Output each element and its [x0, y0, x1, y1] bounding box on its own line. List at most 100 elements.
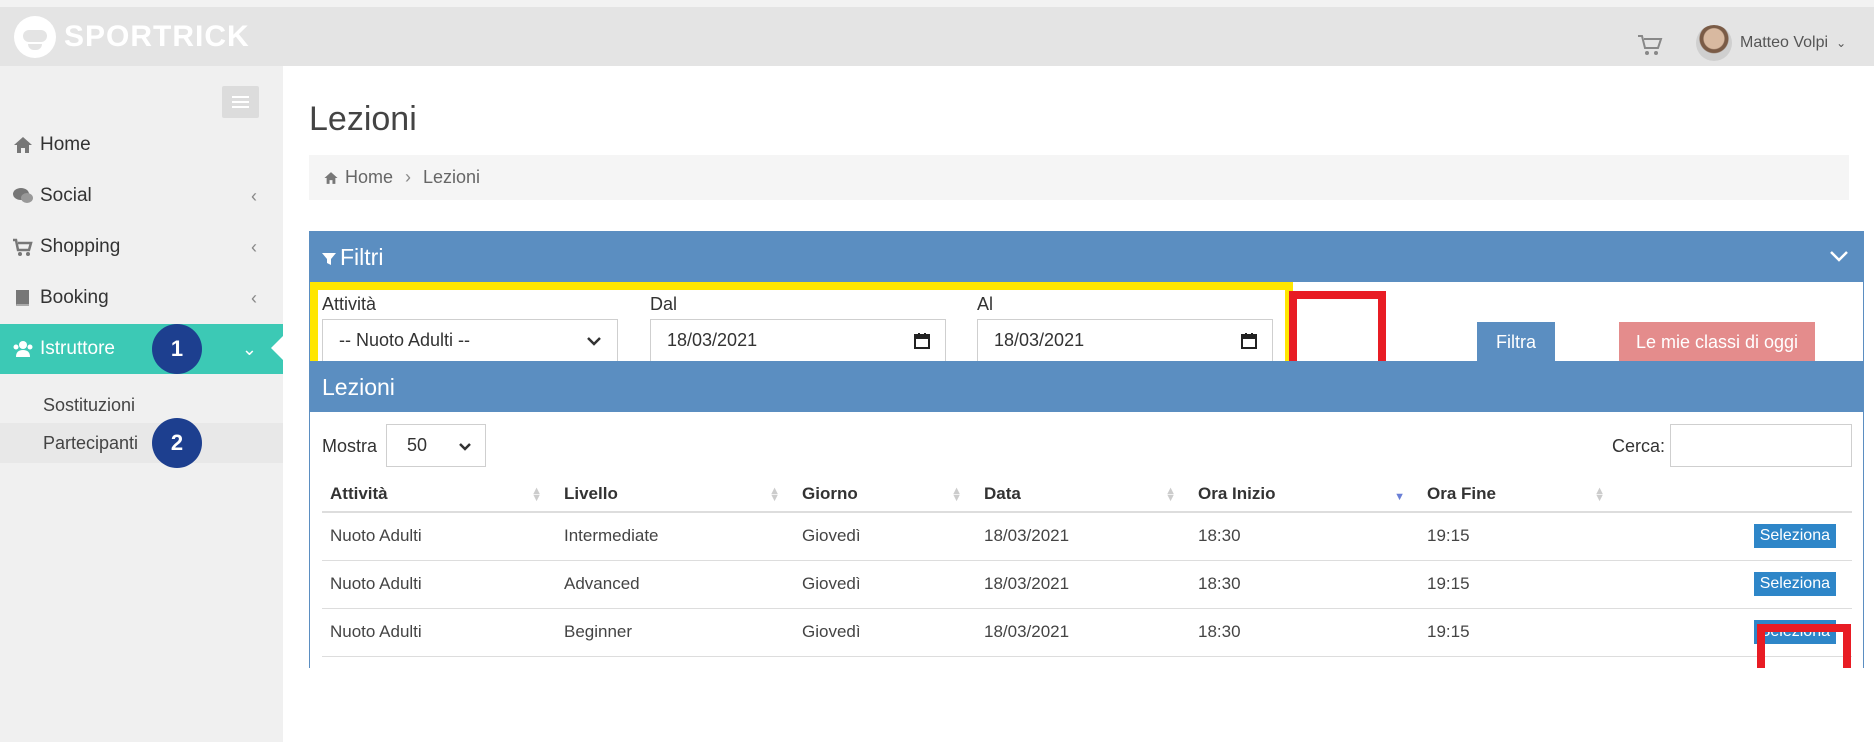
chevron-left-icon: ‹	[251, 287, 257, 308]
sidebar-subitem-label: Partecipanti	[43, 432, 139, 453]
home-icon	[324, 171, 338, 184]
users-icon	[13, 341, 33, 357]
column-header-giorno[interactable]: Giorno ▲ ▼	[794, 476, 976, 513]
user-name: Matteo Volpi	[1740, 34, 1829, 51]
sort-icon: ▲ ▼	[1594, 485, 1605, 504]
cell-attivita: Nuoto Adulti	[322, 608, 556, 657]
main-content: Lezioni Home › Lezioni Filtri Attività -…	[283, 66, 1874, 742]
sidebar-item-label: Booking	[40, 287, 109, 308]
lessons-panel: Lezioni Mostra 50 Cerca: Attività ▲ ▼ Live…	[309, 361, 1864, 668]
highlight-filter-button	[1289, 291, 1386, 371]
sidebar-item-booking[interactable]: Booking ‹	[0, 273, 283, 323]
cell-ora-inizio: 18:30	[1190, 560, 1419, 609]
lessons-panel-title: Lezioni	[322, 373, 395, 400]
cell-data: 18/03/2021	[976, 512, 1190, 561]
sort-icon: ▲ ▼	[951, 485, 962, 504]
cell-attivita: Nuoto Adulti	[322, 560, 556, 609]
sidebar-item-label: Home	[40, 134, 91, 155]
highlight-select-button	[1757, 624, 1851, 668]
sidebar-item-shopping[interactable]: Shopping ‹	[0, 222, 283, 272]
sidebar-item-home[interactable]: Home	[0, 120, 283, 170]
cell-livello: Beginner	[556, 608, 794, 657]
breadcrumb-separator: ›	[405, 167, 412, 187]
filters-panel-header[interactable]: Filtri	[310, 232, 1863, 282]
chevron-down-icon[interactable]	[1829, 246, 1849, 266]
chevron-left-icon: ‹	[251, 236, 257, 257]
filter-icon	[322, 253, 336, 265]
column-header-label: Ora Fine	[1427, 483, 1496, 503]
my-classes-today-button[interactable]: Le mie classi di oggi	[1619, 322, 1815, 362]
sidebar-item-label: Social	[40, 185, 92, 206]
sort-icon: ▲ ▼	[531, 485, 542, 504]
cart-icon[interactable]	[1636, 33, 1664, 57]
search-label: Cerca:	[1612, 436, 1666, 456]
select-button[interactable]: Seleziona	[1753, 572, 1836, 596]
highlight-filter-fields	[310, 282, 1293, 373]
column-header-ora-inizio[interactable]: Ora Inizio ▼	[1190, 476, 1419, 513]
show-entries-label: Mostra	[322, 436, 378, 456]
avatar	[1696, 25, 1732, 61]
sidebar: Home Social ‹ Shopping ‹ Booking ‹ Istru…	[0, 66, 283, 742]
sidebar-item-social[interactable]: Social ‹	[0, 171, 283, 221]
sidebar-subitem-partecipanti[interactable]: Partecipanti	[0, 423, 283, 463]
step-badge-1: 1	[152, 324, 202, 374]
column-header-label: Giorno	[802, 483, 858, 503]
sort-desc-icon: ▼	[1394, 491, 1405, 503]
step-badge-2: 2	[152, 418, 202, 468]
cell-attivita: Nuoto Adulti	[322, 512, 556, 561]
cell-giorno: Giovedì	[794, 512, 976, 561]
column-header-action	[1619, 476, 1852, 513]
sidebar-item-istruttore[interactable]: Istruttore ⌄	[0, 324, 283, 374]
chevron-down-icon	[459, 443, 471, 451]
sidebar-item-label: Istruttore	[40, 338, 115, 359]
sidebar-item-label: Shopping	[40, 236, 121, 257]
cell-livello: Advanced	[556, 560, 794, 609]
cell-data: 18/03/2021	[976, 560, 1190, 609]
breadcrumb: Home › Lezioni	[309, 155, 1849, 200]
cell-ora-inizio: 18:30	[1190, 608, 1419, 657]
column-header-livello[interactable]: Livello ▲ ▼	[556, 476, 794, 513]
user-menu[interactable]: Matteo Volpi ⌄	[1696, 25, 1846, 61]
cell-action: Seleziona	[1619, 512, 1852, 561]
cell-ora-inizio: 18:30	[1190, 512, 1419, 561]
column-header-ora-fine[interactable]: Ora Fine ▲ ▼	[1419, 476, 1619, 513]
top-navbar: SPORTRICK Matteo Volpi ⌄	[0, 0, 1874, 66]
column-header-attivita[interactable]: Attività ▲ ▼	[322, 476, 556, 513]
table-row: Nuoto Adulti Advanced Giovedì 18/03/2021…	[322, 560, 1852, 609]
page-title: Lezioni	[309, 100, 417, 138]
search-input[interactable]	[1670, 424, 1852, 467]
chevron-down-icon: ⌄	[1836, 36, 1847, 50]
show-entries-select[interactable]: 50	[386, 424, 486, 467]
chevron-left-icon: ‹	[251, 185, 257, 206]
cart-icon	[13, 238, 33, 256]
book-icon	[16, 290, 29, 306]
sidebar-subitem-label: Sostituzioni	[43, 394, 136, 415]
lessons-body: Mostra 50 Cerca: Attività ▲ ▼ Livello ▲ ▼ Gi…	[310, 412, 1863, 668]
filter-button[interactable]: Filtra	[1477, 322, 1555, 362]
cell-action: Seleziona	[1619, 560, 1852, 609]
cell-ora-fine: 19:15	[1419, 608, 1619, 657]
filters-panel-title: Filtri	[340, 243, 384, 270]
cell-ora-fine: 19:15	[1419, 560, 1619, 609]
active-indicator	[271, 336, 283, 360]
sidebar-subitem-sostituzioni[interactable]: Sostituzioni	[0, 385, 283, 425]
brand-logo[interactable]: SPORTRICK	[14, 16, 250, 58]
show-entries-value: 50	[407, 435, 428, 455]
brand-name: SPORTRICK	[64, 20, 250, 53]
breadcrumb-current: Lezioni	[423, 167, 481, 187]
column-header-label: Attività	[330, 483, 388, 503]
breadcrumb-home[interactable]: Home	[345, 167, 393, 188]
column-header-data[interactable]: Data ▲ ▼	[976, 476, 1190, 513]
chevron-down-icon: ⌄	[241, 338, 257, 359]
table-row: Nuoto Adulti Beginner Giovedì 18/03/2021…	[322, 608, 1852, 657]
sort-icon: ▲ ▼	[1165, 485, 1176, 504]
select-button[interactable]: Seleziona	[1753, 524, 1836, 549]
comments-icon	[13, 188, 33, 203]
cell-giorno: Giovedì	[794, 560, 976, 609]
home-icon	[14, 137, 32, 153]
lessons-table: Attività ▲ ▼ Livello ▲ ▼ Giorno ▲ ▼ Data ▲ ▼ Ora…	[322, 476, 1852, 657]
column-header-label: Data	[984, 483, 1021, 503]
brand-logo-icon	[14, 16, 56, 58]
menu-toggle-button[interactable]	[222, 86, 259, 118]
cell-livello: Intermediate	[556, 512, 794, 561]
